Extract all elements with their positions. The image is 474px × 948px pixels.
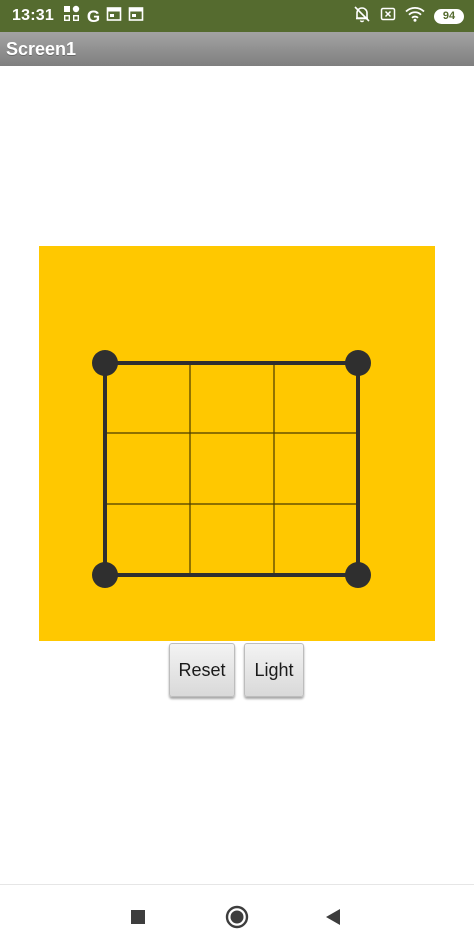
reset-button[interactable]: Reset — [169, 643, 235, 697]
app-screen: 13:31 G 94 Screen1 Reset Light — [0, 0, 474, 948]
back-button[interactable] — [317, 901, 349, 933]
screen-title: Screen1 — [6, 38, 77, 59]
recents-button[interactable] — [122, 901, 154, 933]
notification-card-icon — [128, 6, 144, 27]
battery-icon: 94 — [434, 8, 464, 24]
corner-dot-bottom-left[interactable] — [92, 562, 118, 588]
corner-dot-bottom-right[interactable] — [345, 562, 371, 588]
home-button[interactable] — [221, 901, 253, 933]
home-icon — [225, 905, 249, 929]
status-bar: 13:31 G 94 — [0, 0, 474, 32]
status-left-icons: G — [63, 5, 144, 28]
light-button[interactable]: Light — [244, 643, 304, 697]
navigation-bar — [0, 885, 474, 948]
game-board — [39, 246, 435, 641]
google-icon: G — [86, 6, 101, 26]
notification-card-icon — [106, 6, 122, 27]
back-icon — [326, 909, 340, 925]
corner-dot-top-left[interactable] — [92, 350, 118, 376]
status-right-icons: 94 — [353, 5, 464, 28]
alarm-off-icon — [353, 5, 371, 28]
close-box-icon — [380, 6, 396, 27]
status-time: 13:31 — [12, 7, 54, 24]
corner-dot-top-right[interactable] — [345, 350, 371, 376]
title-bar: Screen1 — [0, 32, 474, 66]
wifi-icon — [405, 6, 425, 27]
apps-grid-icon — [63, 5, 81, 28]
game-canvas[interactable] — [39, 246, 435, 641]
recents-icon — [131, 910, 145, 924]
